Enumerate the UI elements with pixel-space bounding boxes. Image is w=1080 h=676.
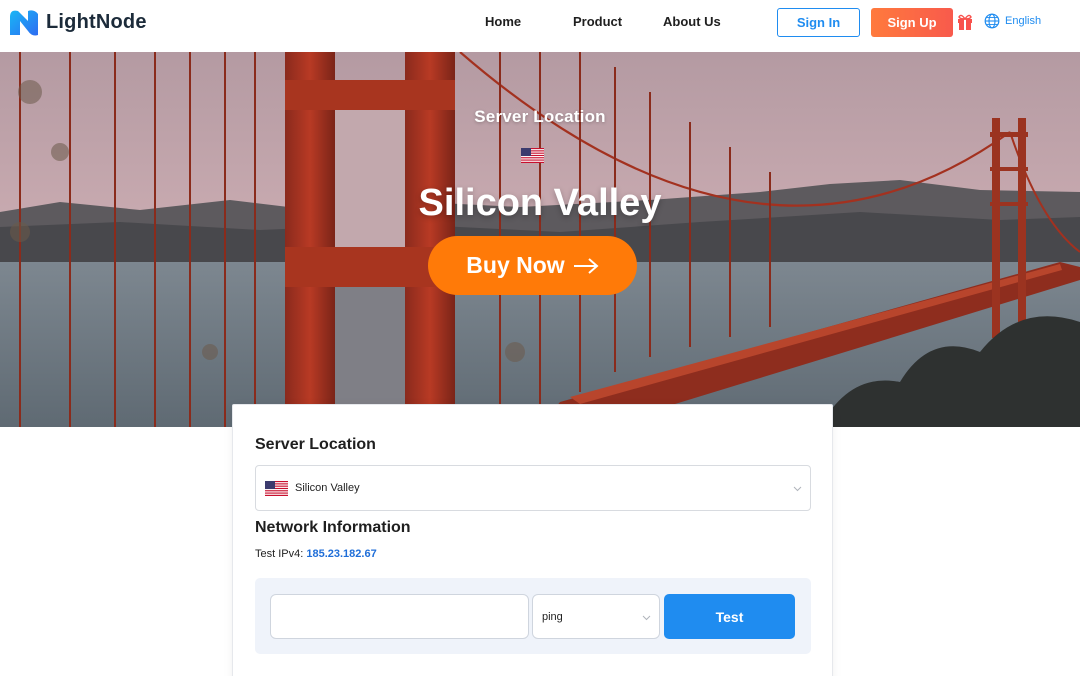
brand-name: LightNode	[46, 10, 147, 33]
selected-location: Silicon Valley	[295, 482, 360, 494]
sign-in-button[interactable]: Sign In	[777, 8, 860, 37]
network-information-heading: Network Information	[255, 519, 411, 536]
network-test-panel: ping Test	[255, 578, 811, 654]
hero-banner: Server Location Silicon Valley Buy Now	[0, 52, 1080, 427]
nav-about-us[interactable]: About Us	[663, 14, 721, 29]
chevron-down-icon	[793, 486, 802, 492]
hero-label: Server Location	[474, 107, 606, 126]
buy-now-label: Buy Now	[466, 252, 565, 278]
nav-product[interactable]: Product	[573, 14, 622, 29]
chevron-down-icon	[642, 615, 651, 621]
hero-city-title: Silicon Valley	[418, 182, 662, 224]
globe-icon	[984, 13, 1000, 29]
server-location-select[interactable]: Silicon Valley	[255, 465, 811, 511]
language-label: English	[1005, 15, 1042, 27]
brand-logo[interactable]: LightNode	[8, 8, 147, 36]
test-method-select[interactable]: ping	[532, 594, 660, 639]
ipv4-value[interactable]: 185.23.182.67	[306, 548, 376, 560]
test-button[interactable]: Test	[664, 594, 795, 639]
buy-now-button[interactable]: Buy Now	[428, 236, 637, 295]
language-switcher[interactable]: English	[984, 13, 1041, 29]
lightnode-logo-icon	[10, 10, 38, 36]
test-ipv4-row: Test IPv4: 185.23.182.67	[255, 548, 377, 560]
sign-up-button[interactable]: Sign Up	[871, 8, 953, 37]
ipv4-label: Test IPv4:	[255, 548, 304, 560]
arrow-right-icon	[573, 257, 599, 274]
server-location-heading: Server Location	[255, 436, 376, 453]
us-flag-icon	[521, 148, 544, 163]
gift-icon[interactable]	[957, 13, 973, 31]
test-method-value: ping	[542, 610, 563, 623]
us-flag-icon	[265, 480, 288, 496]
top-navbar: LightNode Home Product About Us Sign In …	[0, 0, 1080, 52]
test-target-input[interactable]	[270, 594, 529, 639]
server-info-card: Server Location Silicon Valley Network I…	[232, 404, 833, 676]
nav-home[interactable]: Home	[485, 14, 521, 29]
